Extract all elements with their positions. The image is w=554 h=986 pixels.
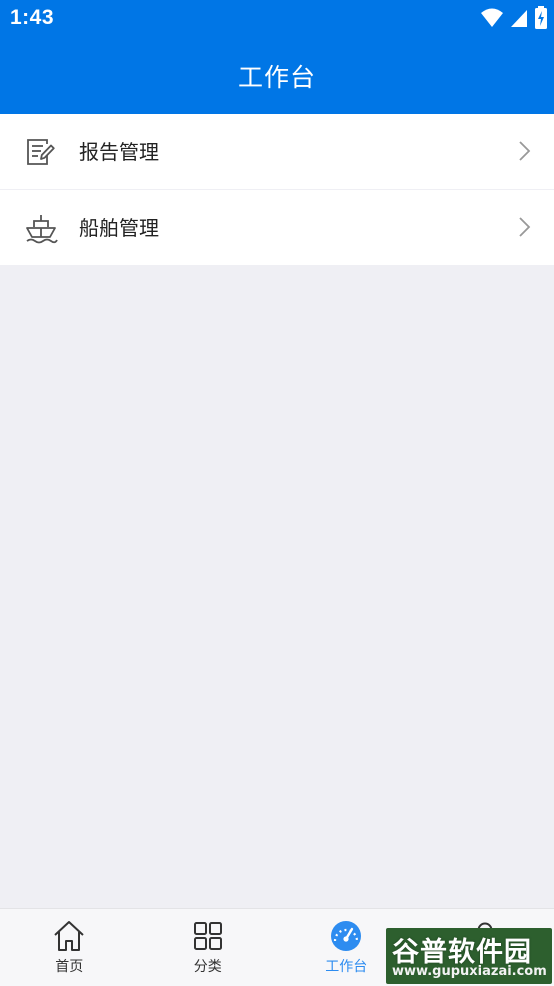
status-time: 1:43: [10, 6, 55, 29]
home-icon: [54, 921, 84, 951]
wifi-icon: [481, 8, 503, 27]
app-header: 工作台: [0, 38, 554, 114]
chevron-right-icon: [519, 217, 531, 237]
tab-category[interactable]: 分类: [139, 909, 278, 986]
tab-label: 工作台: [325, 959, 368, 975]
ship-icon: [26, 215, 58, 244]
dashboard-icon: [331, 921, 362, 951]
page-title: 工作台: [237, 63, 316, 92]
menu-item-label: 船舶管理: [79, 216, 159, 240]
menu-item-ship-management[interactable]: 船舶管理: [0, 190, 554, 265]
signal-icon: [511, 10, 527, 27]
status-bar: 1:43: [0, 0, 554, 38]
watermark-logo: 谷普软件园 www.gupuxiazai.com: [386, 928, 552, 984]
tab-label: 首页: [55, 959, 84, 975]
tab-label: 分类: [193, 959, 222, 975]
status-icons: [480, 6, 548, 30]
chevron-right-icon: [519, 141, 531, 161]
grid-icon: [193, 922, 222, 950]
tab-home[interactable]: 首页: [0, 909, 139, 986]
battery-charging-icon: [535, 6, 547, 29]
report-edit-icon: [27, 139, 55, 165]
menu-item-report-management[interactable]: 报告管理: [0, 114, 554, 189]
workbench-menu: 报告管理 船舶管理: [0, 114, 554, 265]
watermark-url: www.gupuxiazai.com: [392, 964, 547, 979]
menu-item-label: 报告管理: [79, 140, 159, 164]
